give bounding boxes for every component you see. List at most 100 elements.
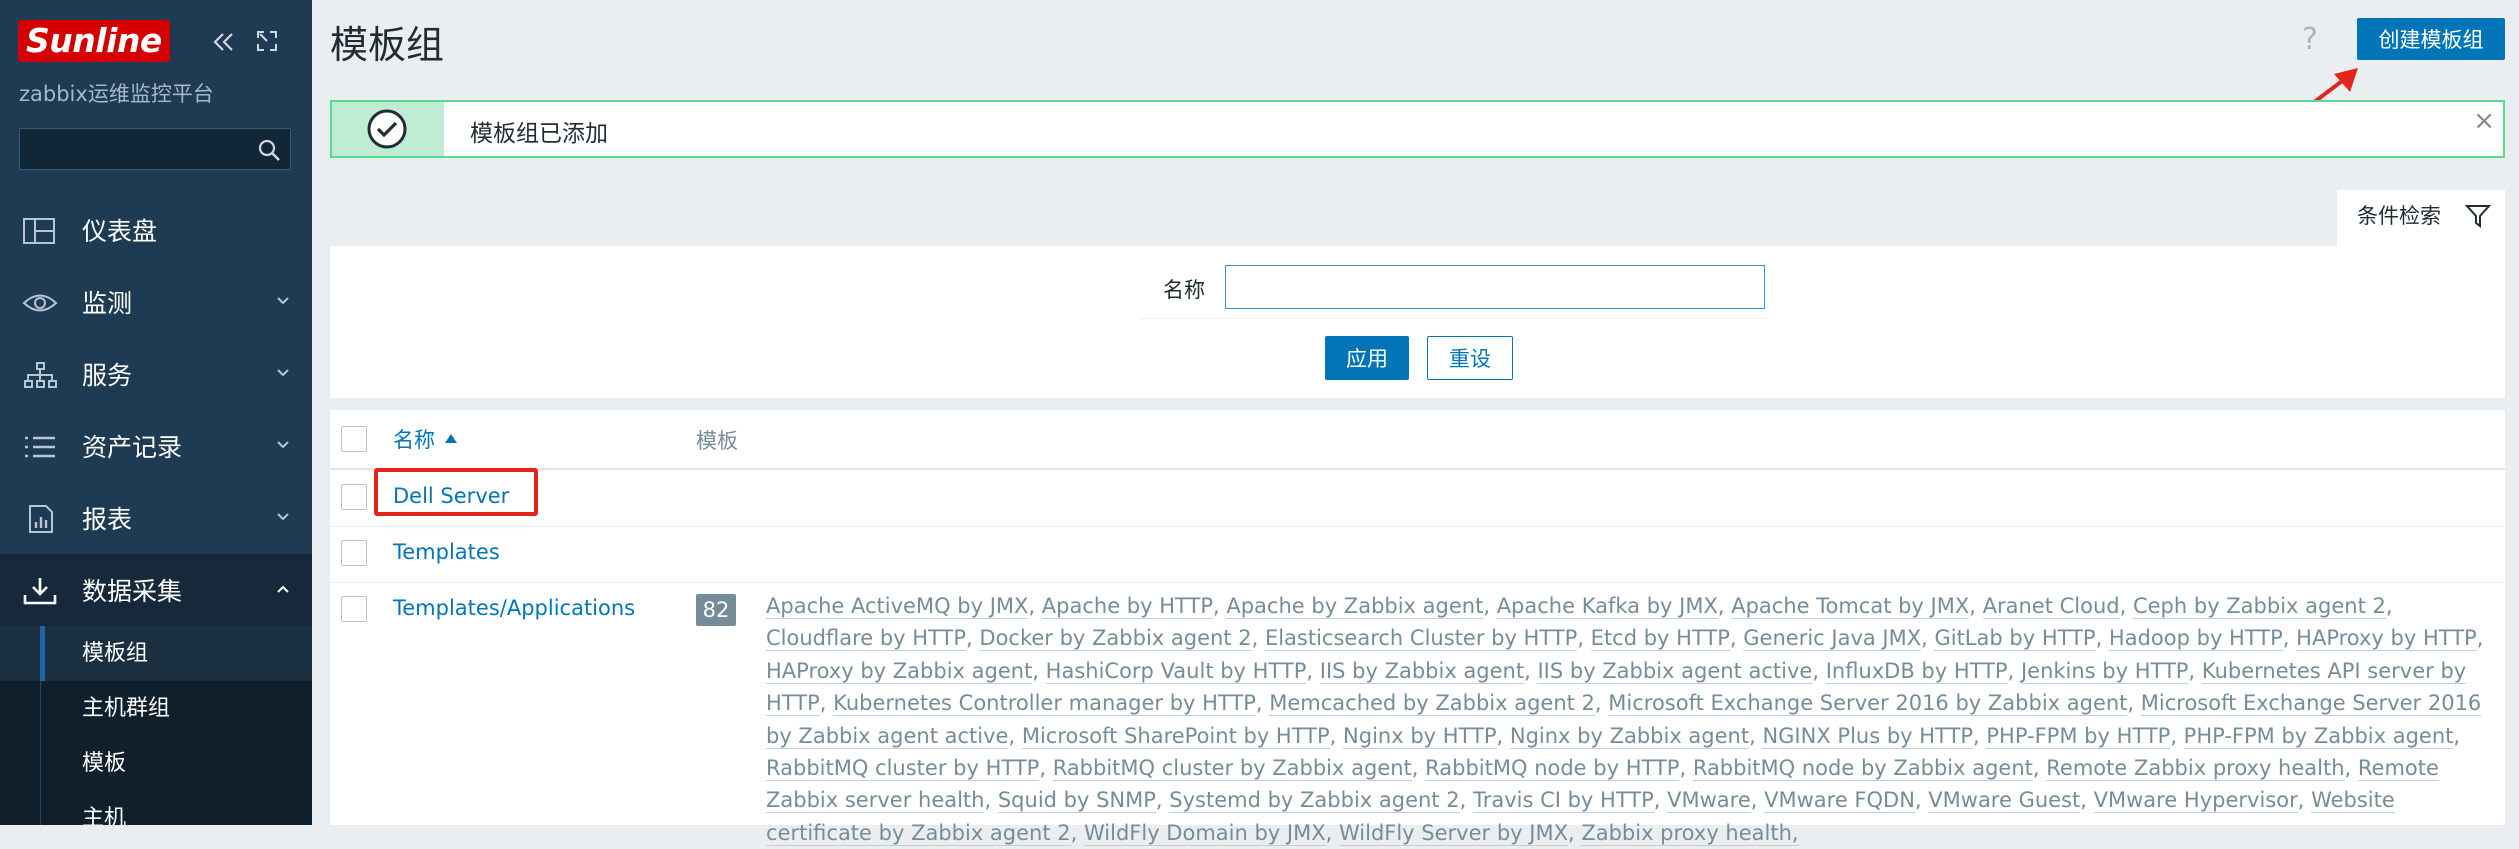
group-link[interactable]: Templates/Applications — [393, 596, 635, 620]
menu-item-monitoring[interactable]: 监测 — [0, 266, 312, 338]
checkmark-icon — [367, 109, 407, 149]
sidebar-search-input[interactable] — [20, 129, 244, 169]
page-title: 模板组 — [330, 23, 445, 67]
menu-item-data-collection[interactable]: 数据采集 — [0, 554, 312, 626]
template-link[interactable]: HAProxy by HTTP — [2296, 626, 2477, 652]
separator: , — [1914, 788, 1929, 813]
template-link[interactable]: Apache by Zabbix agent — [1226, 594, 1484, 619]
separator: , — [1749, 723, 1763, 748]
template-link[interactable]: HashiCorp Vault by HTTP — [1045, 658, 1307, 684]
help-icon[interactable]: ? — [2302, 22, 2318, 57]
template-link[interactable]: Ceph by Zabbix agent 2 — [2132, 594, 2386, 619]
template-link[interactable]: Kubernetes Controller manager by HTTP — [833, 691, 1256, 717]
template-link[interactable]: VMware Guest — [1928, 788, 2081, 814]
template-link[interactable]: Jenkins by HTTP — [2020, 658, 2189, 684]
template-link[interactable]: Generic Java JMX — [1743, 626, 1922, 652]
create-template-group-button[interactable]: 创建模板组 — [2357, 18, 2505, 60]
template-link[interactable]: Microsoft Exchange Server 2016 by Zabbix… — [1608, 691, 2128, 717]
submenu-data-collection: 模板组 主机群组 模板 主机 — [0, 626, 312, 825]
reset-button[interactable]: 重设 — [1427, 336, 1513, 380]
separator: , — [1329, 723, 1344, 748]
template-link[interactable]: VMware — [1667, 788, 1751, 814]
sidebar-search[interactable] — [19, 128, 291, 170]
separator: , — [1028, 594, 1042, 618]
template-link[interactable]: Cloudflare by HTTP — [766, 626, 967, 652]
chevron-up-icon — [277, 585, 289, 593]
menu-label: 服务 — [82, 361, 133, 390]
dashboard-icon — [23, 218, 55, 244]
menu-item-dashboard[interactable]: 仪表盘 — [0, 194, 312, 266]
menu-item-services[interactable]: 服务 — [0, 338, 312, 410]
template-link[interactable]: HAProxy by Zabbix agent — [766, 658, 1033, 684]
template-link[interactable]: Remote Zabbix proxy health — [2046, 756, 2345, 782]
template-link[interactable]: InfluxDB by HTTP — [1825, 658, 2008, 684]
separator: , — [1459, 788, 1473, 813]
sidebar: Sunline zabbix运维监控平台 仪表盘 监测 服务 资产记录 报表 数… — [0, 0, 312, 825]
logo[interactable]: Sunline — [18, 20, 170, 62]
template-link[interactable]: NGINX Plus by HTTP — [1762, 723, 1973, 749]
template-link[interactable]: GitLab by HTTP — [1934, 626, 2096, 652]
template-link[interactable]: Systemd by Zabbix agent 2 — [1169, 788, 1460, 814]
submenu-item-host-groups[interactable]: 主机群组 — [0, 681, 312, 736]
template-link[interactable]: IIS by Zabbix agent — [1319, 658, 1525, 684]
separator: , — [2127, 691, 2141, 716]
close-icon[interactable]: × — [2473, 106, 2495, 136]
template-link[interactable]: PHP-FPM by Zabbix agent — [2183, 723, 2454, 749]
menu-item-reports[interactable]: 报表 — [0, 482, 312, 554]
inventory-list-icon — [25, 436, 55, 458]
separator: , — [2282, 626, 2297, 651]
separator: , — [1155, 788, 1170, 813]
template-link[interactable]: Apache Tomcat by JMX — [1731, 594, 1970, 619]
success-message: 模板组已添加 × — [330, 100, 2505, 158]
submenu-item-template-groups[interactable]: 模板组 — [0, 626, 312, 681]
template-link[interactable]: VMware Hypervisor — [2093, 788, 2298, 814]
select-all-checkbox[interactable] — [341, 426, 367, 452]
template-link[interactable]: Nginx by Zabbix agent — [1509, 723, 1750, 749]
template-link[interactable]: PHP-FPM by HTTP — [1986, 723, 2171, 749]
template-link[interactable]: Squid by SNMP — [997, 788, 1156, 814]
apply-button[interactable]: 应用 — [1325, 336, 1409, 380]
filter-tab[interactable]: 条件检索 — [2337, 190, 2505, 246]
template-link[interactable]: Hadoop by HTTP — [2108, 626, 2283, 652]
search-icon[interactable] — [256, 137, 282, 163]
separator: , — [2297, 788, 2312, 813]
reports-icon — [29, 505, 53, 533]
group-link[interactable]: Templates — [393, 540, 500, 564]
template-link[interactable]: Aranet Cloud — [1982, 594, 2120, 619]
submenu-item-templates[interactable]: 模板 — [0, 736, 312, 791]
separator: , — [1496, 723, 1510, 748]
separator: , — [1213, 594, 1227, 618]
menu-item-inventory[interactable]: 资产记录 — [0, 410, 312, 482]
menu-label: 数据采集 — [82, 577, 183, 606]
template-link[interactable]: VMware FQDN — [1764, 788, 1915, 814]
template-link[interactable]: RabbitMQ node by HTTP — [1425, 756, 1680, 782]
template-link[interactable]: Apache by HTTP — [1041, 594, 1213, 619]
row-checkbox[interactable] — [341, 484, 367, 510]
template-link[interactable]: RabbitMQ cluster by HTTP — [766, 756, 1040, 782]
separator: , — [1483, 594, 1497, 618]
row-checkbox[interactable] — [341, 596, 367, 622]
template-link[interactable]: Travis CI by HTTP — [1472, 788, 1654, 814]
template-link[interactable]: Elasticsearch Cluster by HTTP — [1264, 626, 1578, 652]
row-checkbox[interactable] — [341, 540, 367, 566]
template-link[interactable]: Apache ActiveMQ by JMX — [766, 594, 1029, 619]
template-link[interactable]: Memcached by Zabbix agent 2 — [1269, 691, 1595, 717]
template-link[interactable]: RabbitMQ cluster by Zabbix agent — [1052, 756, 1412, 782]
template-link[interactable]: Apache Kafka by JMX — [1496, 594, 1718, 619]
separator: , — [1653, 788, 1668, 813]
kiosk-mode-icon[interactable] — [256, 30, 278, 52]
template-link[interactable]: IIS by Zabbix agent active — [1537, 658, 1813, 684]
column-header-name[interactable]: 名称 — [393, 424, 435, 454]
template-link[interactable]: Docker by Zabbix agent 2 — [979, 626, 1252, 652]
template-link[interactable]: Nginx by HTTP — [1343, 723, 1497, 749]
divider — [1140, 318, 1770, 319]
submenu-item-hosts[interactable]: 主机 — [0, 791, 312, 825]
filter-name-input[interactable] — [1225, 265, 1765, 309]
collapse-sidebar-icon[interactable] — [212, 30, 236, 54]
download-icon — [23, 578, 57, 605]
separator: , — [1729, 626, 1744, 651]
template-link[interactable]: RabbitMQ node by Zabbix agent — [1692, 756, 2033, 782]
template-link[interactable]: Etcd by HTTP — [1590, 626, 1730, 652]
template-link[interactable]: Microsoft SharePoint by HTTP — [1021, 723, 1330, 749]
separator: , — [1567, 820, 1582, 845]
